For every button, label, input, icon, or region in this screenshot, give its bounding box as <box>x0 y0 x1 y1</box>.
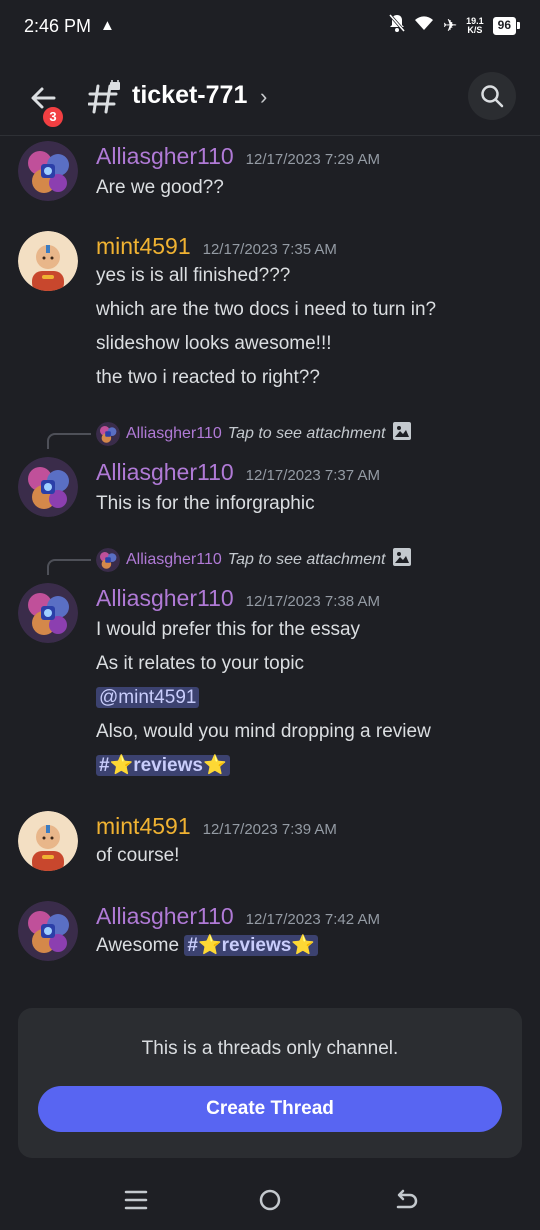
home-button[interactable] <box>256 1186 284 1214</box>
battery-indicator: 96 <box>492 16 521 35</box>
reply-connector <box>47 559 91 575</box>
user-mention[interactable]: @mint4591 <box>96 687 200 708</box>
threads-only-card: This is a threads only channel. Create T… <box>18 1008 522 1158</box>
reply-avatar <box>96 421 120 446</box>
chevron-right-icon[interactable]: › <box>260 84 267 110</box>
create-thread-button[interactable]: Create Thread <box>38 1086 502 1132</box>
reply-connector <box>47 433 91 449</box>
message-text-segment: Awesome <box>96 935 180 956</box>
net-speed-unit: K/S <box>467 24 483 35</box>
recents-button[interactable] <box>122 1186 150 1214</box>
channel-header: 3 ticket-771 › <box>0 56 540 136</box>
reply-text: Tap to see attachment <box>227 424 386 442</box>
message-author[interactable]: Alliasgher110 <box>96 143 234 170</box>
message-text: slideshow looks awesome!!! <box>96 333 332 354</box>
message-timestamp: 12/17/2023 7:38 AM <box>245 593 380 610</box>
search-button[interactable] <box>468 72 516 120</box>
reply-text: Tap to see attachment <box>227 550 386 568</box>
back-arrow-icon <box>396 1189 418 1209</box>
avatar-mint4591[interactable] <box>18 811 78 871</box>
message-text: the two i reacted to right?? <box>96 367 320 388</box>
avatar-alliasgher110[interactable] <box>18 457 78 517</box>
reply-avatar <box>96 547 120 572</box>
message-text: I would prefer this for the essay <box>96 619 361 640</box>
threads-only-message: This is a threads only channel. <box>141 1038 399 1059</box>
message-text: Awesome #⭐reviews⭐ <box>96 933 318 967</box>
message-timestamp: 12/17/2023 7:39 AM <box>202 821 337 838</box>
message-author[interactable]: Alliasgher110 <box>96 585 234 612</box>
avatar-mint4591[interactable] <box>18 231 78 291</box>
mute-notifications-icon <box>388 14 405 37</box>
reply-reference[interactable]: Alliasgher110 Tap to see attachment <box>96 421 412 446</box>
home-circle-icon <box>259 1189 281 1211</box>
channel-mention[interactable]: #⭐reviews⭐ <box>184 935 318 956</box>
notification-badge: 3 <box>40 104 66 130</box>
avatar-alliasgher110[interactable] <box>18 583 78 643</box>
message-text: @mint4591 <box>96 685 431 719</box>
message-text: yes is is all finished??? <box>96 265 291 286</box>
message-text: which are the two docs i need to turn in… <box>96 299 437 320</box>
message-timestamp: 12/17/2023 7:29 AM <box>245 151 380 168</box>
back-nav-button[interactable] <box>392 1186 420 1214</box>
search-icon <box>481 85 504 108</box>
status-bar: 2:46 PM ▲ ✈ 19.1 K/S 96 <box>0 0 540 56</box>
message-text: As it relates to your topic <box>96 653 305 674</box>
message-text: #⭐reviews⭐ <box>96 753 431 787</box>
message-timestamp: 12/17/2023 7:35 AM <box>202 241 337 258</box>
image-icon <box>392 421 412 446</box>
reply-reference[interactable]: Alliasgher110 Tap to see attachment <box>96 547 412 572</box>
reply-author: Alliasgher110 <box>126 424 222 442</box>
status-time: 2:46 PM <box>24 16 92 36</box>
image-icon <box>392 547 412 572</box>
message-text: Are we good?? <box>96 177 224 198</box>
message-text: This is for the inforgraphic <box>96 493 315 514</box>
message-author[interactable]: mint4591 <box>96 813 191 840</box>
channel-title[interactable]: ticket-771 <box>132 81 247 110</box>
message-timestamp: 12/17/2023 7:37 AM <box>245 467 380 484</box>
system-nav-bar <box>0 1172 540 1230</box>
message-author[interactable]: mint4591 <box>96 233 191 260</box>
warning-icon: ▲ <box>100 17 115 34</box>
avatar-alliasgher110[interactable] <box>18 901 78 961</box>
locked-channel-icon <box>87 76 124 116</box>
channel-mention[interactable]: #⭐reviews⭐ <box>96 755 230 776</box>
message-author[interactable]: Alliasgher110 <box>96 903 234 930</box>
message-text: of course! <box>96 845 180 866</box>
status-icons: ✈ 19.1 K/S 96 <box>388 14 521 37</box>
message-timestamp: 12/17/2023 7:42 AM <box>245 911 380 928</box>
avatar-alliasgher110[interactable] <box>18 141 78 201</box>
menu-lines-icon <box>124 1190 148 1210</box>
airplane-icon: ✈ <box>442 15 458 35</box>
reply-author: Alliasgher110 <box>126 550 222 568</box>
net-speed: 19.1 K/S <box>466 16 484 35</box>
wifi-icon <box>414 15 434 36</box>
message-author[interactable]: Alliasgher110 <box>96 459 234 486</box>
message-text: Also, would you mind dropping a review <box>96 721 431 742</box>
message-list[interactable]: Alliasgher110 12/17/2023 7:29 AM Are we … <box>0 137 540 997</box>
